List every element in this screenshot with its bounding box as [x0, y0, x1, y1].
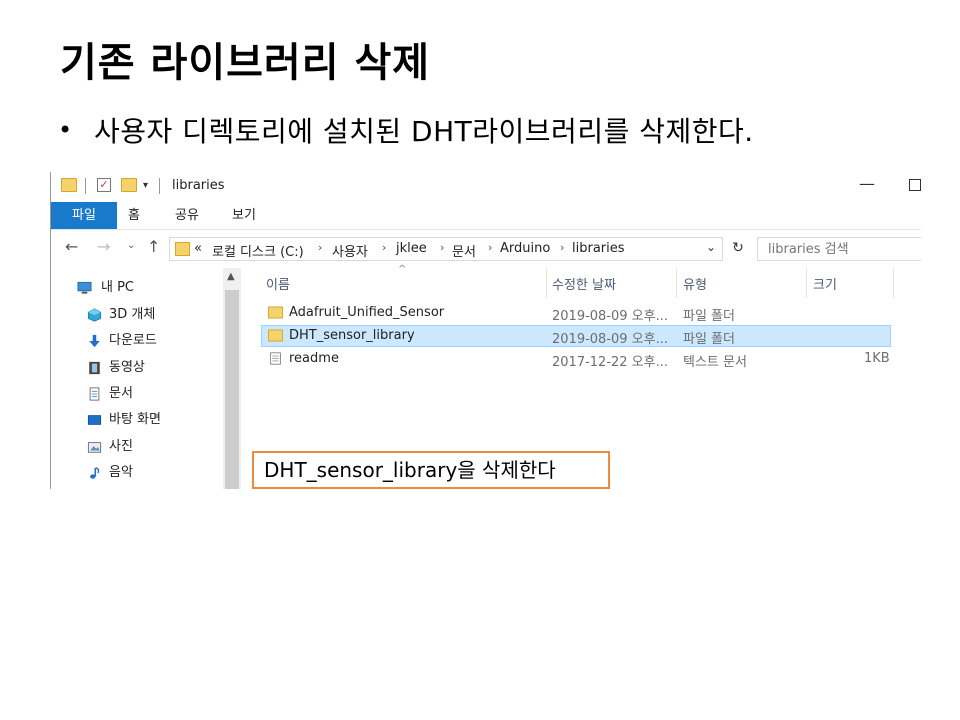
search-box[interactable] [757, 237, 921, 261]
sidebar-item-label: 바탕 화면 [109, 412, 161, 427]
scrollbar-thumb[interactable] [225, 290, 239, 489]
folder-icon [268, 329, 283, 342]
text-file-icon [270, 352, 281, 365]
callout-box: DHT_sensor_library을 삭제한다 [252, 451, 610, 489]
column-divider[interactable] [546, 268, 547, 298]
divider [85, 178, 86, 194]
ribbon-tabs: 파일 홈 공유 보기 [51, 202, 921, 230]
minimize-button[interactable]: — [859, 174, 875, 193]
folder-icon [61, 178, 77, 192]
navigation-pane: 내 PC 3D 개체 다운로드 동영상 문서 바탕 화면 사진 음악 [51, 268, 241, 489]
file-name: DHT_sensor_library [289, 328, 415, 343]
column-header-size[interactable]: 크기 [813, 274, 837, 293]
breadcrumb-libraries[interactable]: libraries [572, 241, 625, 256]
file-modified: 2019-08-09 오후... [552, 332, 668, 347]
address-bar-row: ← → ⌄ ↑ « 로컬 디스크 (C:) › 사용자 › jklee › 문서… [51, 232, 921, 262]
column-divider[interactable] [893, 268, 894, 298]
sidebar-item-label: 문서 [109, 386, 133, 401]
document-icon [89, 387, 100, 401]
tab-view[interactable]: 보기 [232, 202, 256, 229]
column-header-type[interactable]: 유형 [683, 274, 707, 293]
callout-text: DHT_sensor_library을 삭제한다 [264, 458, 556, 482]
breadcrumb-jklee[interactable]: jklee [396, 241, 427, 256]
file-explorer-window: ✓ ▾ libraries — 파일 홈 공유 보기 ← → ⌄ ↑ « 로컬 … [50, 172, 921, 489]
file-row-readme[interactable]: readme 2017-12-22 오후... 텍스트 문서 1KB [261, 348, 891, 370]
column-header-modified[interactable]: 수정한 날짜 [552, 274, 616, 293]
breadcrumb-separator-icon[interactable]: › [440, 241, 444, 254]
tab-share[interactable]: 공유 [175, 202, 199, 229]
navigation-scrollbar[interactable]: ▲ [223, 268, 241, 489]
sidebar-item-label: 음악 [109, 465, 133, 480]
column-header-name[interactable]: 이름 [266, 274, 290, 293]
sidebar-item-label: 내 PC [101, 280, 135, 295]
sidebar-item-label: 동영상 [109, 360, 145, 375]
sidebar-item-label: 사진 [109, 439, 133, 454]
desktop-icon [87, 415, 102, 425]
sidebar-item-label: 3D 개체 [109, 307, 156, 322]
file-name: readme [289, 351, 339, 366]
video-icon [89, 361, 100, 375]
3d-objects-icon [87, 308, 102, 322]
folder-icon [175, 242, 190, 256]
maximize-button[interactable] [909, 179, 921, 191]
forward-arrow-icon[interactable]: → [97, 237, 110, 256]
file-type: 파일 폴더 [683, 309, 735, 324]
breadcrumb-separator-icon[interactable]: › [560, 241, 564, 254]
refresh-icon[interactable]: ↻ [727, 237, 749, 259]
music-icon [90, 467, 100, 479]
breadcrumb-separator-icon[interactable]: › [382, 241, 386, 254]
scroll-up-icon[interactable]: ▲ [227, 271, 235, 282]
customize-toolbar-dropdown-icon[interactable]: ▾ [143, 180, 148, 191]
breadcrumb-separator-icon[interactable]: › [318, 241, 322, 254]
pc-icon [77, 281, 92, 294]
new-folder-icon[interactable] [121, 178, 137, 192]
slide-title: 기존 라이브러리 삭제 [60, 40, 431, 86]
breadcrumb-separator-icon[interactable]: › [488, 241, 492, 254]
file-modified: 2019-08-09 오후... [552, 309, 668, 324]
address-dropdown-icon[interactable]: ⌄ [706, 240, 716, 254]
properties-icon[interactable]: ✓ [97, 178, 111, 192]
breadcrumb-documents[interactable]: 문서 [452, 241, 476, 260]
file-row-adafruit-unified-sensor[interactable]: Adafruit_Unified_Sensor 2019-08-09 오후...… [261, 302, 891, 324]
bullet-text: 사용자 디렉토리에 설치된 DHT라이브러리를 삭제한다. [94, 115, 754, 148]
column-divider[interactable] [806, 268, 807, 298]
bullet-icon: • [58, 116, 73, 144]
picture-icon [87, 442, 102, 453]
title-bar: ✓ ▾ libraries — [51, 172, 921, 202]
file-type: 파일 폴더 [683, 332, 735, 347]
breadcrumb-overflow[interactable]: « [194, 241, 202, 256]
window-title: libraries [172, 178, 225, 193]
search-input[interactable] [766, 241, 920, 258]
up-arrow-icon[interactable]: ↑ [147, 237, 160, 256]
sidebar-item-label: 다운로드 [109, 333, 157, 348]
file-modified: 2017-12-22 오후... [552, 355, 668, 370]
recent-locations-chevron-icon[interactable]: ⌄ [127, 240, 135, 251]
bullet-point: • 사용자 디렉토리에 설치된 DHT라이브러리를 삭제한다. [58, 110, 754, 150]
file-type: 텍스트 문서 [683, 355, 747, 370]
divider [159, 178, 160, 194]
address-box[interactable]: « 로컬 디스크 (C:) › 사용자 › jklee › 문서 › Ardui… [169, 237, 723, 261]
download-icon [89, 334, 100, 348]
breadcrumb-arduino[interactable]: Arduino [500, 241, 550, 256]
folder-icon [268, 306, 283, 319]
tab-file[interactable]: 파일 [51, 202, 117, 229]
file-name: Adafruit_Unified_Sensor [289, 305, 445, 320]
tab-home[interactable]: 홈 [128, 202, 140, 229]
breadcrumb-users[interactable]: 사용자 [332, 241, 368, 260]
sort-ascending-icon: ^ [398, 264, 407, 275]
column-divider[interactable] [676, 268, 677, 298]
file-size: 1KB [864, 351, 890, 366]
back-arrow-icon[interactable]: ← [65, 237, 78, 256]
breadcrumb-local-disk[interactable]: 로컬 디스크 (C:) [212, 241, 304, 260]
file-row-dht-sensor-library[interactable]: DHT_sensor_library 2019-08-09 오후... 파일 폴… [261, 325, 891, 347]
